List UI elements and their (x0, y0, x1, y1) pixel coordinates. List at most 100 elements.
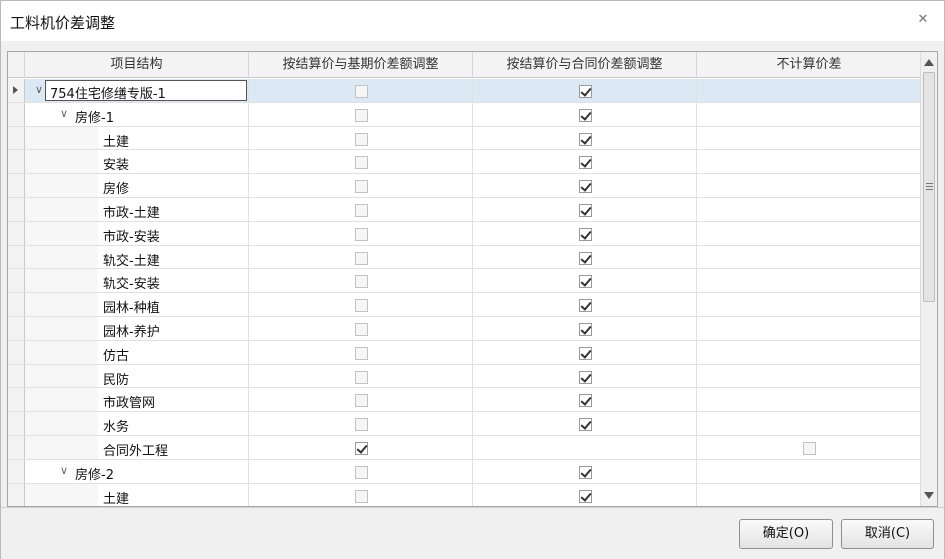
structure-cell[interactable]: 园林-养护 (25, 317, 249, 340)
table-row[interactable]: 民防 (8, 364, 922, 389)
scroll-down-icon[interactable] (924, 492, 934, 499)
checkbox-icon[interactable] (355, 442, 368, 455)
table-row[interactable]: 合同外工程 (8, 436, 922, 460)
table-row[interactable]: 市政管网 (8, 388, 922, 413)
table-row[interactable]: ∨ 房修-2 (8, 459, 922, 484)
checkbox-icon[interactable] (355, 180, 368, 194)
table-row[interactable]: 园林-种植 (8, 293, 922, 317)
row-indicator[interactable] (8, 388, 25, 412)
structure-cell[interactable]: 市政管网 (25, 388, 249, 411)
scroll-up-icon[interactable] (924, 59, 934, 66)
structure-cell[interactable]: 土建 (25, 126, 249, 150)
checkbox-icon[interactable] (579, 180, 592, 194)
structure-cell[interactable]: ∨ 房修-1 (25, 102, 249, 126)
checkbox-icon[interactable] (579, 465, 592, 479)
table-row[interactable]: 轨交-土建 (8, 245, 922, 270)
checkbox-icon[interactable] (355, 132, 368, 146)
scroll-thumb[interactable] (923, 72, 935, 302)
checkbox-icon[interactable] (355, 204, 368, 217)
structure-cell[interactable]: 土建 (25, 483, 249, 506)
structure-cell[interactable]: 安装 (25, 150, 249, 173)
table-row[interactable]: 园林-养护 (8, 317, 922, 341)
checkbox-icon[interactable] (355, 465, 368, 479)
row-indicator[interactable] (8, 412, 25, 435)
row-indicator[interactable] (8, 221, 25, 245)
checkbox-icon[interactable] (579, 85, 592, 98)
table-row[interactable]: ∨ 房修-1 (8, 102, 922, 127)
checkbox-icon[interactable] (579, 489, 592, 503)
checkbox-icon[interactable] (579, 204, 592, 217)
checkbox-icon[interactable] (579, 323, 592, 336)
row-indicator[interactable] (8, 150, 25, 174)
structure-cell[interactable]: 合同外工程 (25, 436, 249, 459)
column-header-base-price-adjust[interactable]: 按结算价与基期价差额调整 (249, 52, 473, 78)
table-row[interactable]: ∨ 754住宅修缮专版-1 (8, 79, 922, 103)
structure-cell[interactable]: ∨ 房修-2 (25, 459, 249, 483)
table-row[interactable]: 轨交-安装 (8, 269, 922, 294)
checkbox-icon[interactable] (355, 346, 368, 360)
checkbox-icon[interactable] (579, 275, 592, 289)
checkbox-icon[interactable] (579, 418, 592, 432)
table-row[interactable]: 房修 (8, 174, 922, 198)
column-header-contract-price-adjust[interactable]: 按结算价与合同价差额调整 (473, 52, 697, 78)
ok-button[interactable]: 确定(O) (739, 519, 833, 549)
checkbox-icon[interactable] (355, 85, 368, 98)
row-indicator[interactable] (8, 364, 25, 388)
chevron-down-icon[interactable]: ∨ (58, 107, 70, 120)
column-header-no-price-diff[interactable]: 不计算价差 (697, 52, 922, 78)
row-indicator[interactable] (8, 126, 25, 150)
structure-cell[interactable]: 轨交-安装 (25, 269, 249, 292)
row-indicator[interactable] (8, 459, 25, 483)
checkbox-icon[interactable] (355, 418, 368, 432)
checkbox-icon[interactable] (579, 108, 592, 122)
structure-cell[interactable]: 园林-种植 (25, 293, 249, 316)
row-indicator[interactable] (8, 79, 25, 102)
row-indicator[interactable] (8, 269, 25, 293)
structure-cell[interactable]: 房修 (25, 174, 249, 197)
checkbox-icon[interactable] (355, 370, 368, 384)
checkbox-icon[interactable] (355, 275, 368, 289)
checkbox-icon[interactable] (355, 227, 368, 241)
structure-cell[interactable]: 市政-土建 (25, 198, 249, 221)
structure-cell[interactable]: 水务 (25, 412, 249, 435)
table-row[interactable]: 市政-土建 (8, 198, 922, 222)
column-header-structure[interactable]: 项目结构 (25, 52, 249, 78)
chevron-down-icon[interactable]: ∨ (58, 464, 70, 477)
row-indicator[interactable] (8, 340, 25, 364)
checkbox-icon[interactable] (803, 442, 816, 455)
table-row[interactable]: 水务 (8, 412, 922, 436)
checkbox-icon[interactable] (355, 156, 368, 170)
checkbox-icon[interactable] (579, 370, 592, 384)
cancel-button[interactable]: 取消(C) (841, 519, 934, 549)
table-row[interactable]: 土建 (8, 126, 922, 151)
checkbox-icon[interactable] (355, 323, 368, 336)
row-indicator[interactable] (8, 245, 25, 269)
checkbox-icon[interactable] (355, 108, 368, 122)
row-indicator[interactable] (8, 436, 25, 459)
checkbox-icon[interactable] (355, 251, 368, 265)
structure-cell[interactable]: 仿古 (25, 340, 249, 364)
close-icon[interactable]: ✕ (916, 13, 930, 27)
structure-cell[interactable]: 轨交-土建 (25, 245, 249, 269)
checkbox-icon[interactable] (579, 346, 592, 360)
table-row[interactable]: 市政-安装 (8, 221, 922, 246)
vertical-scrollbar[interactable] (920, 52, 937, 506)
row-indicator[interactable] (8, 483, 25, 506)
checkbox-icon[interactable] (579, 394, 592, 408)
row-indicator[interactable] (8, 293, 25, 316)
structure-cell[interactable]: 市政-安装 (25, 221, 249, 245)
checkbox-icon[interactable] (579, 227, 592, 241)
table-row[interactable]: 安装 (8, 150, 922, 175)
row-indicator[interactable] (8, 317, 25, 340)
row-indicator[interactable] (8, 102, 25, 126)
structure-cell[interactable]: 民防 (25, 364, 249, 388)
chevron-down-icon[interactable]: ∨ (33, 83, 45, 96)
row-indicator[interactable] (8, 174, 25, 197)
checkbox-icon[interactable] (355, 299, 368, 313)
checkbox-icon[interactable] (579, 156, 592, 170)
checkbox-icon[interactable] (579, 132, 592, 146)
checkbox-icon[interactable] (355, 489, 368, 503)
checkbox-icon[interactable] (355, 394, 368, 408)
table-row[interactable]: 土建 (8, 483, 922, 506)
checkbox-icon[interactable] (579, 299, 592, 313)
